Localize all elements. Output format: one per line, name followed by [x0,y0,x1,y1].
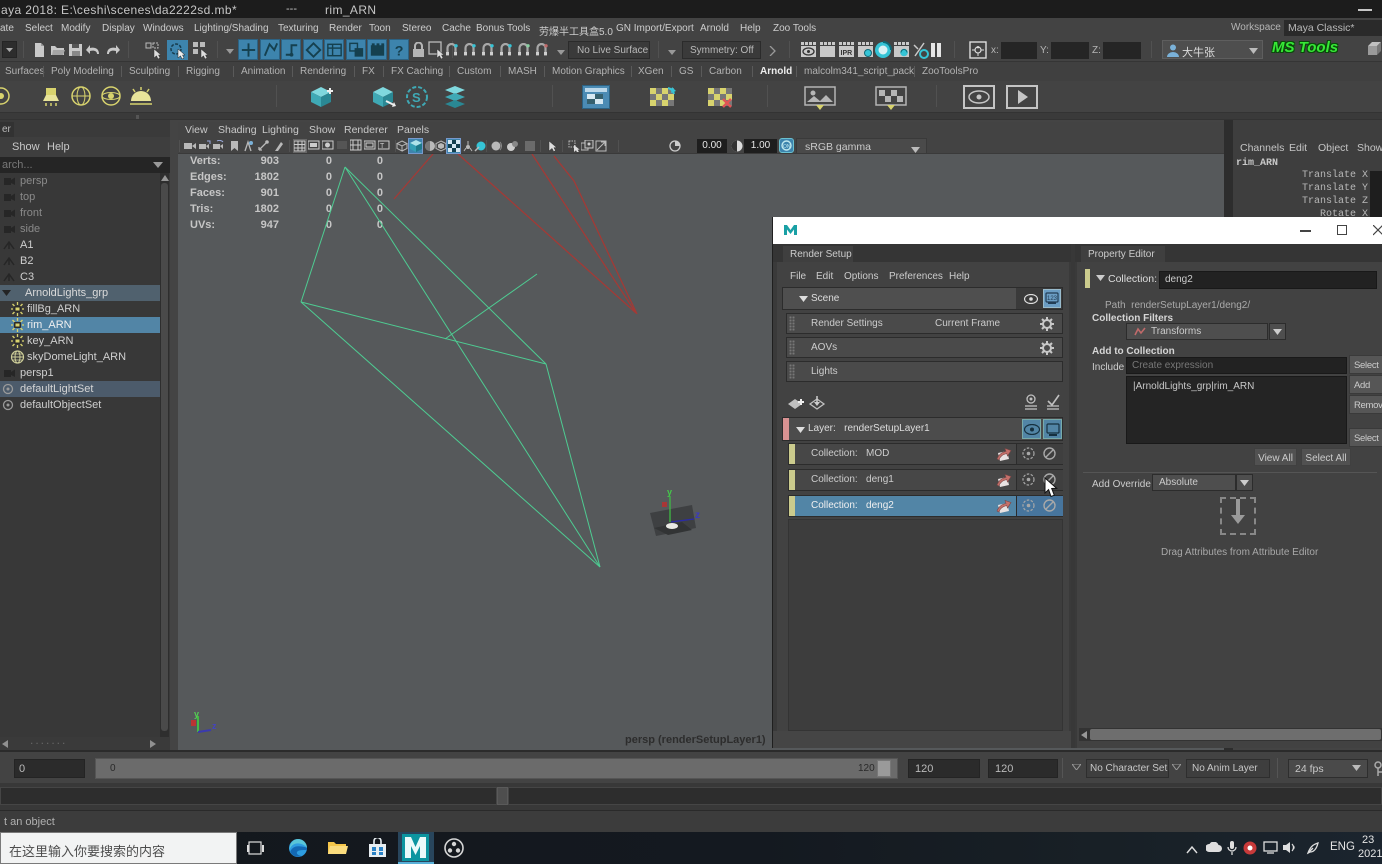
svg-text:IPR: IPR [841,50,853,57]
svg-text:z: z [695,510,700,521]
svg-text:T: T [380,143,385,150]
svg-text:y: y [194,709,199,719]
svg-text:persp (renderSetupLayer1): persp (renderSetupLayer1) [625,734,766,746]
svg-text:123: 123 [1047,296,1058,302]
svg-text:S: S [412,90,421,105]
svg-text:y: y [667,487,672,497]
svg-text:ON: ON [783,144,791,150]
svg-text:z: z [212,721,217,731]
svg-text:?: ? [394,44,403,60]
